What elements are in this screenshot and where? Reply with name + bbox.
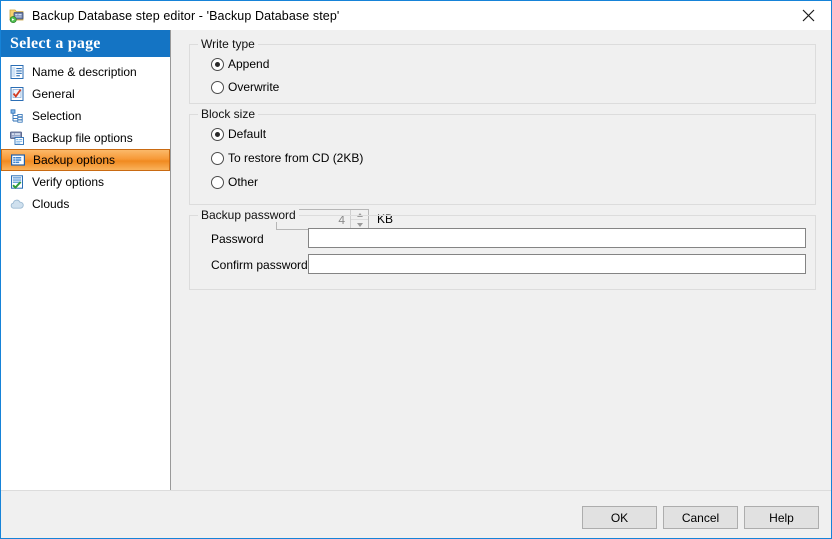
sidebar-item-label: Backup options — [33, 153, 116, 167]
backup-database-step-editor-window: Backup Database step editor - 'Backup Da… — [0, 0, 832, 539]
tree-selection-icon — [9, 108, 25, 124]
radio-default[interactable]: Default — [211, 127, 266, 141]
title-bar: Backup Database step editor - 'Backup Da… — [1, 1, 831, 30]
description-list-icon — [9, 64, 25, 80]
radio-default-label: Default — [228, 127, 267, 141]
cloud-icon — [9, 196, 25, 212]
confirm-password-input[interactable] — [308, 254, 806, 274]
sidebar-item-selection[interactable]: Selection — [1, 105, 170, 127]
backup-password-group: Backup password Password Confirm passwor… — [189, 208, 816, 290]
radio-default-indicator[interactable] — [211, 127, 224, 141]
ok-button[interactable]: OK — [582, 506, 657, 529]
close-button[interactable] — [785, 1, 831, 29]
checkmark-form-icon — [9, 86, 25, 102]
backup-file-icon — [9, 130, 25, 146]
backup-options-icon — [10, 152, 26, 168]
backup-database-icon — [9, 8, 25, 24]
radio-append-indicator[interactable] — [211, 57, 224, 71]
write-type-group-title: Write type — [198, 37, 258, 51]
block-size-group-title: Block size — [198, 107, 259, 121]
radio-append[interactable]: Append — [211, 57, 269, 71]
radio-restore-from-cd-indicator[interactable] — [211, 151, 224, 165]
radio-other[interactable]: Other — [211, 175, 258, 189]
password-input[interactable] — [308, 228, 806, 248]
sidebar-item-label: General — [32, 87, 75, 101]
page-selector-sidebar: Select a page Name & description General… — [1, 30, 171, 490]
sidebar-item-backup-file-options[interactable]: Backup file options — [1, 127, 170, 149]
radio-other-indicator[interactable] — [211, 175, 224, 189]
confirm-password-label: Confirm password — [211, 258, 308, 272]
radio-restore-from-cd-label: To restore from CD (2KB) — [228, 151, 364, 165]
sidebar-item-label: Backup file options — [32, 131, 133, 145]
block-size-group: Block size Default To restore from CD (2… — [189, 107, 816, 205]
sidebar-item-label: Name & description — [32, 65, 137, 79]
sidebar-item-clouds[interactable]: Clouds — [1, 193, 170, 215]
sidebar-item-verify-options[interactable]: Verify options — [1, 171, 170, 193]
verify-check-icon — [9, 174, 25, 190]
radio-overwrite-indicator[interactable] — [211, 80, 224, 94]
radio-append-label: Append — [228, 57, 270, 71]
radio-overwrite[interactable]: Overwrite — [211, 80, 279, 94]
window-title: Backup Database step editor - 'Backup Da… — [32, 8, 340, 23]
password-label: Password — [211, 232, 264, 246]
dialog-footer: OK Cancel Help — [1, 490, 831, 538]
backup-password-group-title: Backup password — [198, 208, 299, 222]
sidebar-item-name-description[interactable]: Name & description — [1, 61, 170, 83]
help-button[interactable]: Help — [744, 506, 819, 529]
cancel-button[interactable]: Cancel — [663, 506, 738, 529]
radio-other-label: Other — [228, 175, 259, 189]
sidebar-item-backup-options[interactable]: Backup options — [1, 149, 170, 171]
sidebar-header: Select a page — [1, 30, 170, 57]
main-content-panel: Write type Append Overwrite Block size D… — [172, 30, 831, 490]
sidebar-item-general[interactable]: General — [1, 83, 170, 105]
write-type-group: Write type Append Overwrite — [189, 37, 816, 104]
radio-overwrite-label: Overwrite — [228, 80, 280, 94]
sidebar-item-label: Selection — [32, 109, 82, 123]
radio-restore-from-cd[interactable]: To restore from CD (2KB) — [211, 151, 363, 165]
close-icon — [802, 9, 814, 21]
sidebar-item-label: Clouds — [32, 197, 70, 211]
sidebar-item-label: Verify options — [32, 175, 105, 189]
